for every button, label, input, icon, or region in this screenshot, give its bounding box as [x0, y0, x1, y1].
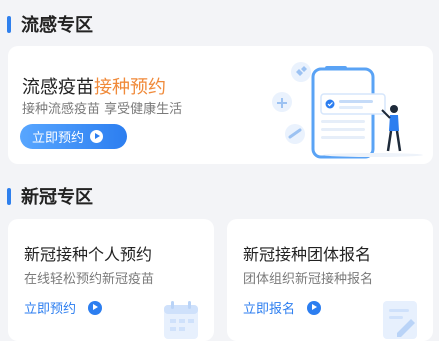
card-subtitle: 团体组织新冠接种报名 [243, 272, 374, 287]
card-title: 新冠接种团体报名 [243, 245, 372, 264]
register-now-label: 立即报名 [243, 302, 296, 317]
card-title: 新冠接种个人预约 [24, 245, 153, 264]
person-figure [390, 105, 398, 113]
flu-vaccine-card[interactable]: 流感疫苗接种预约 接种流感疫苗 享受健康生活 立即预约 [8, 46, 433, 164]
personal-booking-card[interactable]: 新冠接种个人预约 在线轻松预约新冠疫苗 立即预约 [8, 219, 214, 341]
covid-section-title: 新冠专区 [21, 187, 93, 208]
flu-section-title: 流感专区 [21, 15, 93, 36]
flu-card-title-plain: 流感疫苗 [22, 77, 94, 98]
flu-card-title: 流感疫苗接种预约 [22, 73, 166, 99]
flu-card-subtitle: 接种流感疫苗 享受健康生活 [22, 102, 183, 117]
section-accent-bar [7, 15, 11, 33]
register-now-link[interactable]: 立即报名 [243, 298, 322, 317]
flu-card-title-accent: 接种预约 [94, 77, 166, 98]
book-now-button[interactable]: 立即预约 [20, 124, 127, 149]
book-now-label: 立即预约 [24, 302, 77, 317]
calendar-icon [164, 301, 198, 339]
book-now-link[interactable]: 立即预约 [24, 298, 103, 317]
play-arrow-icon [307, 300, 322, 315]
section-accent-bar [7, 187, 11, 205]
flu-section-header: 流感专区 [7, 11, 93, 37]
edit-form-icon [383, 301, 417, 339]
covid-section-header: 新冠专区 [7, 183, 93, 209]
book-now-label: 立即预约 [32, 131, 85, 146]
phone-booking-illustration [272, 62, 423, 159]
play-arrow-icon [88, 300, 103, 315]
group-registration-card[interactable]: 新冠接种团体报名 团体组织新冠接种报名 立即报名 [227, 219, 433, 341]
card-subtitle: 在线轻松预约新冠疫苗 [24, 272, 155, 287]
play-arrow-icon [90, 130, 104, 143]
